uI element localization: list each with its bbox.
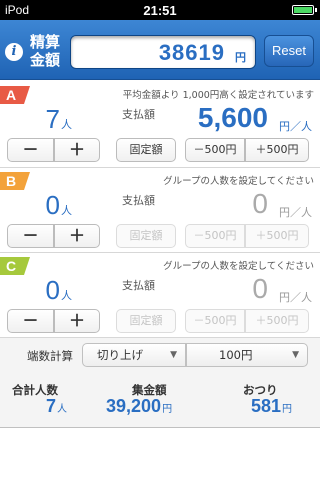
- group-c-badge: C: [0, 257, 30, 275]
- group-c: C グループの人数を設定してください 0 人 支払額 0 円／人 － ＋ 固定額…: [0, 252, 320, 337]
- clock: 21:51: [143, 3, 177, 18]
- change-unit: 円: [282, 404, 293, 415]
- group-c-people-unit: 人: [61, 289, 72, 302]
- group-b-people-count: 0: [45, 190, 60, 220]
- group-a-note: 平均金額より 1,000円高く設定されています: [122, 90, 314, 101]
- reset-button[interactable]: Reset: [264, 35, 314, 67]
- group-b-pay-label: 支払額: [122, 194, 155, 207]
- group-c-people-count: 0: [45, 275, 60, 305]
- rounding-mode-value: 切り上げ: [97, 348, 143, 362]
- change-value: 581: [251, 396, 282, 416]
- group-b-people-unit: 人: [61, 204, 72, 217]
- group-a-minus500-button[interactable]: －500円: [185, 138, 245, 162]
- group-c-minus-button[interactable]: －: [7, 309, 54, 333]
- group-a-fixed-button[interactable]: 固定額: [116, 138, 176, 162]
- group-c-note: グループの人数を設定してください: [163, 261, 314, 272]
- collected-value: 39,200: [106, 396, 162, 416]
- summary-panel: 端数計算 切り上げ ▼ 100円 ▼ 合計人数 7人 集金額 39,200円 お…: [0, 337, 320, 428]
- group-b: B グループの人数を設定してください 0 人 支払額 0 円／人 － ＋ 固定額…: [0, 167, 320, 252]
- group-a-pay-amount: 5,600: [197, 102, 268, 133]
- total-amount-field[interactable]: 38619 円: [70, 35, 256, 69]
- group-c-pay-amount: 0: [252, 273, 268, 304]
- total-people-value: 7: [46, 396, 57, 416]
- chevron-down-icon: ▼: [170, 350, 177, 360]
- chevron-down-icon: ▼: [292, 350, 299, 360]
- header-bar: i 精算金額 38619 円 Reset: [0, 20, 320, 80]
- group-a-badge: A: [0, 86, 30, 104]
- group-a-plus-button[interactable]: ＋: [54, 138, 100, 162]
- group-b-pay-unit: 円／人: [279, 206, 312, 219]
- rounding-mode-select[interactable]: 切り上げ ▼: [82, 343, 186, 367]
- group-b-plus500-button[interactable]: ＋500円: [245, 224, 309, 248]
- empty-area: [0, 428, 320, 480]
- status-bar: iPod 21:51: [0, 0, 320, 20]
- collected-unit: 円: [162, 404, 173, 415]
- group-a-plus500-button[interactable]: ＋500円: [245, 138, 309, 162]
- group-c-plus-button[interactable]: ＋: [54, 309, 100, 333]
- group-a-people-unit: 人: [61, 118, 72, 131]
- group-c-pay-unit: 円／人: [279, 291, 312, 304]
- rounding-label: 端数計算: [27, 349, 73, 363]
- group-a: A 平均金額より 1,000円高く設定されています 7 人 支払額 5,600 …: [0, 82, 320, 167]
- group-b-note: グループの人数を設定してください: [163, 176, 314, 187]
- group-c-pay-label: 支払額: [122, 279, 155, 292]
- total-amount-value: 38619: [158, 40, 225, 65]
- rounding-unit-value: 100円: [219, 348, 253, 362]
- group-a-minus-button[interactable]: －: [7, 138, 54, 162]
- group-c-plus500-button[interactable]: ＋500円: [245, 309, 309, 333]
- collected: 39,200円: [106, 396, 172, 417]
- info-icon[interactable]: i: [5, 43, 23, 61]
- total-people: 7人: [46, 396, 67, 417]
- total-label: 精算金額: [30, 33, 61, 69]
- group-a-people-count: 7: [45, 104, 60, 134]
- total-amount-unit: 円: [235, 51, 246, 64]
- group-b-minus-button[interactable]: －: [7, 224, 54, 248]
- change: 581円: [251, 396, 292, 417]
- group-c-fixed-button[interactable]: 固定額: [116, 309, 176, 333]
- group-c-minus500-button[interactable]: －500円: [185, 309, 245, 333]
- group-b-plus-button[interactable]: ＋: [54, 224, 100, 248]
- group-b-pay-amount: 0: [252, 188, 268, 219]
- group-b-fixed-button[interactable]: 固定額: [116, 224, 176, 248]
- group-a-pay-label: 支払額: [122, 108, 155, 121]
- group-b-minus500-button[interactable]: －500円: [185, 224, 245, 248]
- group-b-badge: B: [0, 172, 30, 190]
- total-people-unit: 人: [57, 404, 68, 415]
- group-a-pay-unit: 円／人: [279, 120, 312, 133]
- battery-icon: [292, 5, 317, 15]
- rounding-unit-select[interactable]: 100円 ▼: [186, 343, 308, 367]
